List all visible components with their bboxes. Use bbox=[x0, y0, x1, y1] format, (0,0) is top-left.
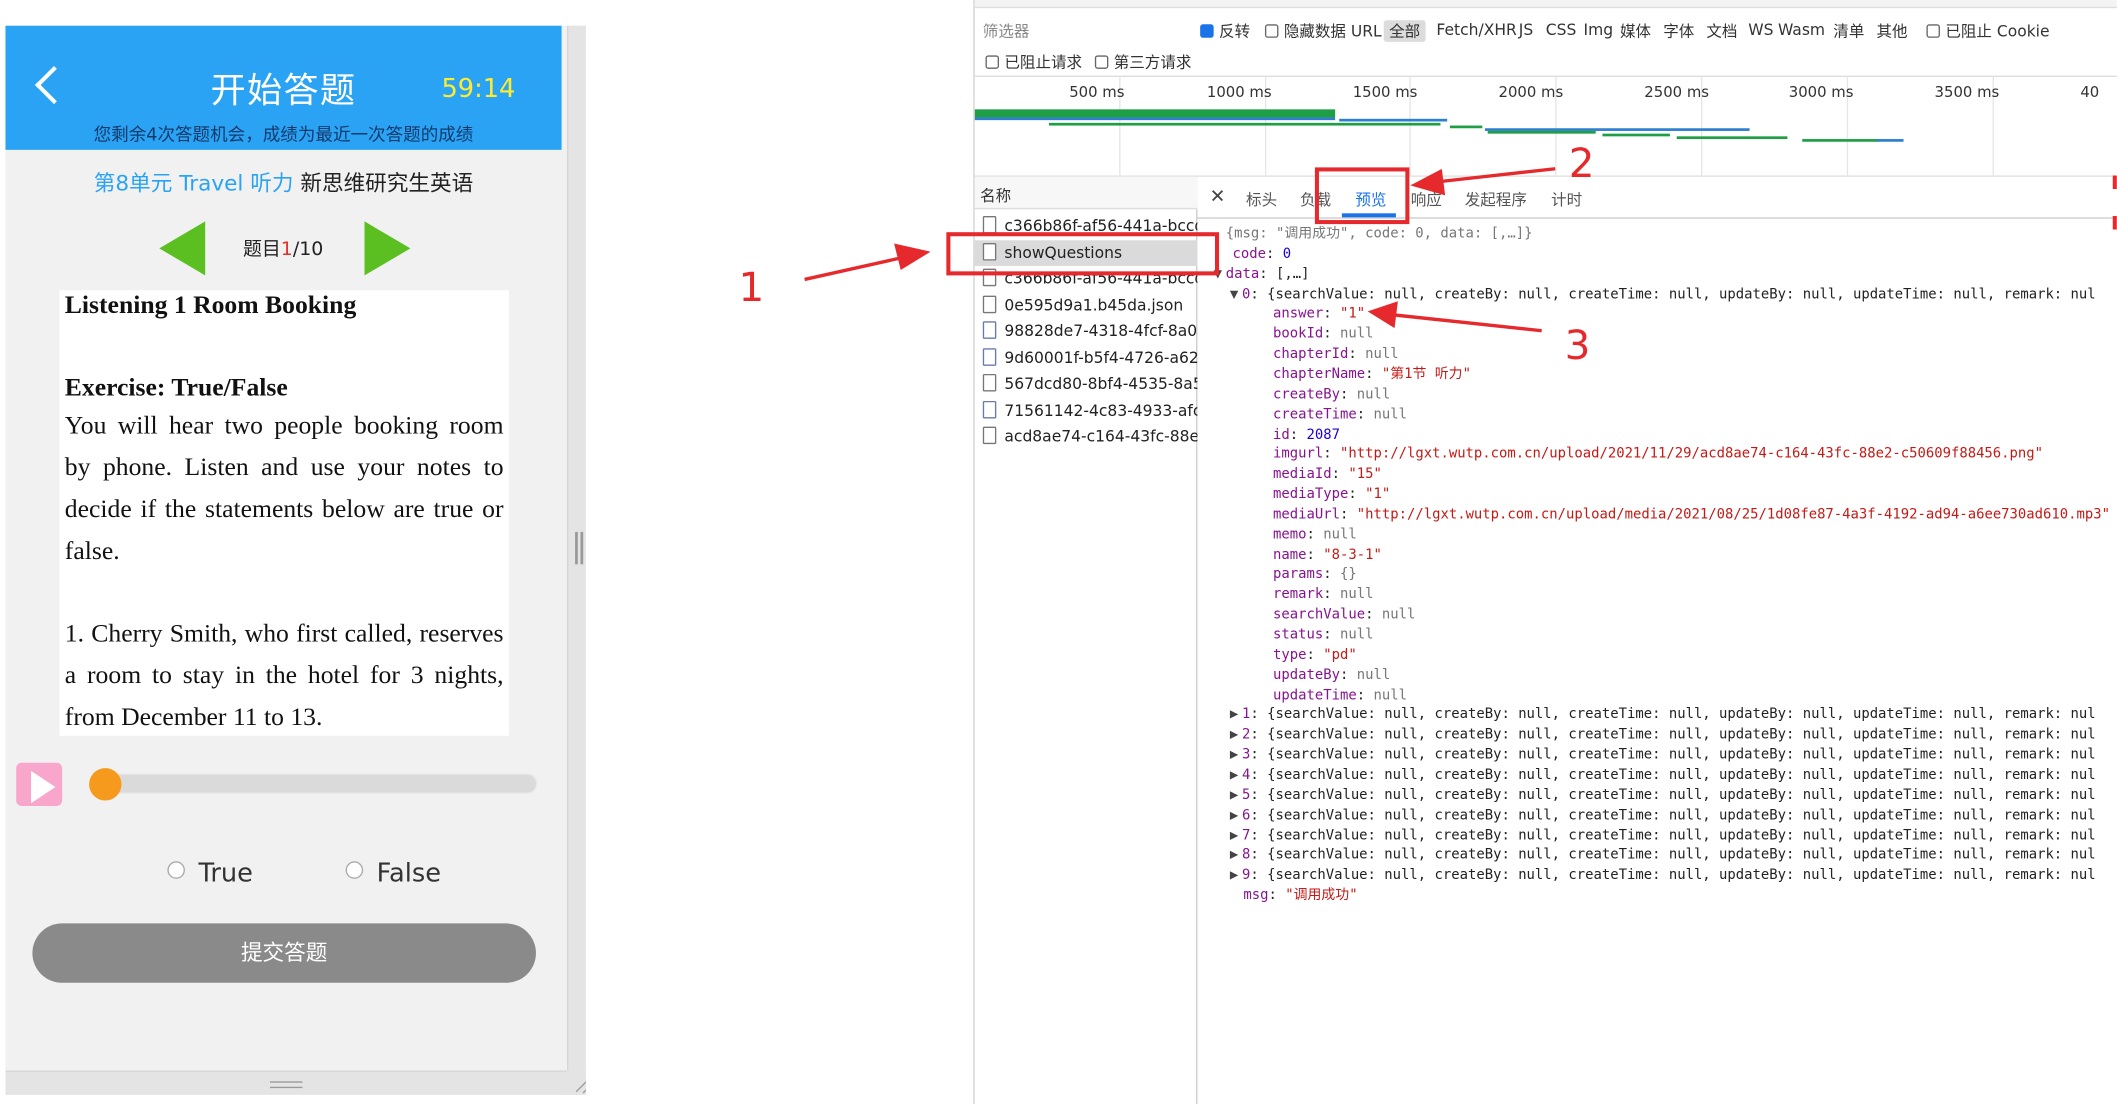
arrow-1-head bbox=[894, 243, 931, 270]
annotation-arrows bbox=[804, 167, 1556, 333]
arrow-3-head bbox=[1367, 301, 1398, 329]
arrow-1-line bbox=[804, 254, 908, 282]
arrow-2-head bbox=[1410, 168, 1446, 196]
arrow-3-line bbox=[1390, 312, 1542, 333]
arrow-2-line bbox=[1433, 167, 1556, 184]
